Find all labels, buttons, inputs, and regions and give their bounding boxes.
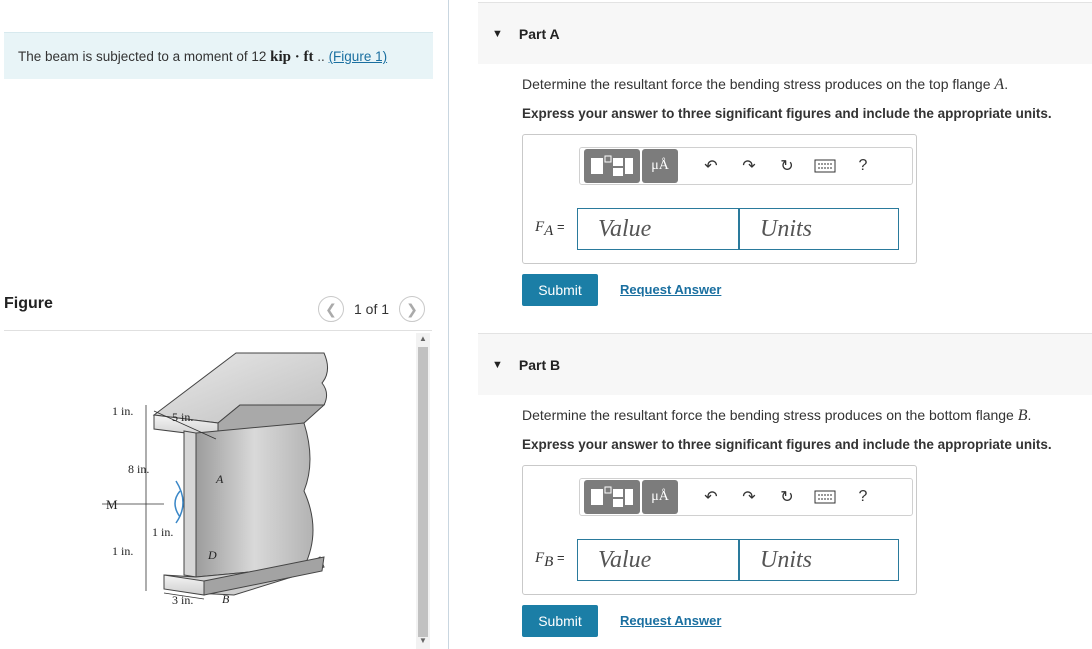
problem-text-after: .. — [317, 49, 325, 64]
problem-statement: The beam is subjected to a moment of 12 … — [4, 32, 433, 79]
undo-icon[interactable]: ↶ — [692, 149, 730, 183]
i-beam-illustration: 1 in. 5 in. 8 in. M 1 in. 1 in. 3 in. A … — [102, 352, 328, 607]
keyboard-icon[interactable] — [806, 480, 844, 514]
beam-figure: 1 in. 5 in. 8 in. M 1 in. 1 in. 3 in. A … — [4, 331, 414, 649]
help-icon[interactable]: ? — [844, 149, 882, 183]
point-b-label: B — [222, 592, 230, 606]
moment-units: kip · ft — [270, 49, 314, 65]
web-front — [183, 430, 197, 578]
dim-label-top-width: 5 in. — [172, 410, 193, 424]
moment-label: M — [106, 497, 118, 512]
part-a-value-input[interactable]: Value — [577, 208, 739, 250]
point-a-label: A — [215, 472, 224, 486]
label-var: F — [535, 219, 545, 235]
part-a-question-end: . — [1004, 76, 1009, 92]
part-a-question: Determine the resultant force the bendin… — [522, 76, 1008, 94]
part-b-field-label: FB = — [535, 550, 565, 571]
part-b-answer-box: μÅ ↶ ↷ ↻ ? FB = Value Units — [522, 465, 917, 595]
undo-icon[interactable]: ↶ — [692, 480, 730, 514]
label-sub: A — [544, 222, 554, 239]
part-b-question: Determine the resultant force the bendin… — [522, 407, 1031, 425]
redo-icon[interactable]: ↷ — [730, 480, 768, 514]
units-icon: μÅ — [651, 489, 669, 504]
units-icon: μÅ — [651, 158, 669, 173]
part-a-instructions: Express your answer to three significant… — [522, 106, 1052, 121]
part-b-submit-button[interactable]: Submit — [522, 605, 598, 637]
panel-divider — [448, 0, 449, 649]
figure-scrollbar[interactable]: ▲ ▼ — [416, 333, 430, 649]
collapse-icon[interactable]: ▼ — [492, 359, 503, 371]
templates-icon — [591, 486, 633, 507]
part-a: ▼ Part A Determine the resultant force t… — [478, 2, 1092, 306]
part-b-instructions: Express your answer to three significant… — [522, 437, 1052, 452]
figure-link[interactable]: (Figure 1) — [329, 49, 388, 64]
point-d-label: D — [207, 548, 217, 562]
figure-pager: ❮ 1 of 1 ❯ — [318, 295, 426, 323]
templates-button[interactable] — [584, 149, 640, 183]
figure-title: Figure — [4, 295, 53, 312]
label-var: F — [535, 550, 545, 566]
scroll-thumb[interactable] — [418, 347, 428, 637]
part-a-field-label: FA = — [535, 219, 565, 240]
part-b-request-answer[interactable]: Request Answer — [620, 613, 721, 628]
dim-label-top-flange: 1 in. — [112, 404, 133, 418]
units-button[interactable]: μÅ — [642, 480, 678, 514]
scroll-up-icon[interactable]: ▲ — [416, 333, 430, 345]
part-b-toolbar: μÅ ↶ ↷ ↻ ? — [579, 478, 913, 516]
problem-text: The beam is subjected to a moment of 12 — [18, 49, 267, 64]
part-a-question-text: Determine the resultant force the bendin… — [522, 76, 991, 92]
part-a-request-answer[interactable]: Request Answer — [620, 282, 721, 297]
help-icon[interactable]: ? — [844, 480, 882, 514]
part-b-question-var: B — [1017, 407, 1028, 424]
dim-label-web: 1 in. — [152, 525, 173, 539]
reset-icon[interactable]: ↻ — [768, 480, 806, 514]
label-eq: = — [553, 550, 565, 565]
part-b-title: Part B — [518, 356, 561, 373]
templates-icon — [591, 155, 633, 176]
units-button[interactable]: μÅ — [642, 149, 678, 183]
left-panel: The beam is subjected to a moment of 12 … — [0, 0, 448, 649]
part-a-answer-box: μÅ ↶ ↷ ↻ ? FA = Value Units — [522, 134, 917, 264]
part-a-question-var: A — [994, 76, 1005, 93]
label-eq: = — [553, 219, 565, 234]
reset-icon[interactable]: ↻ — [768, 149, 806, 183]
part-b-header[interactable]: ▼ Part B — [478, 333, 1092, 395]
templates-button[interactable] — [584, 480, 640, 514]
label-sub: B — [544, 553, 554, 570]
part-a-toolbar: μÅ ↶ ↷ ↻ ? — [579, 147, 913, 185]
part-a-title: Part A — [518, 25, 560, 42]
scroll-down-icon[interactable]: ▼ — [416, 635, 430, 647]
part-b-question-text: Determine the resultant force the bendin… — [522, 407, 1014, 423]
part-a-header[interactable]: ▼ Part A — [478, 2, 1092, 64]
prev-figure-button[interactable]: ❮ — [318, 296, 344, 322]
dim-label-bottom-width: 3 in. — [172, 593, 193, 607]
part-a-units-input[interactable]: Units — [739, 208, 899, 250]
part-a-submit-button[interactable]: Submit — [522, 274, 598, 306]
part-b-units-input[interactable]: Units — [739, 539, 899, 581]
part-b: ▼ Part B Determine the resultant force t… — [478, 333, 1092, 637]
collapse-icon[interactable]: ▼ — [492, 28, 503, 40]
part-b-value-input[interactable]: Value — [577, 539, 739, 581]
dim-label-bottom-flange: 1 in. — [112, 544, 133, 558]
pager-text: 1 of 1 — [354, 301, 390, 317]
keyboard-icon[interactable] — [806, 149, 844, 183]
redo-icon[interactable]: ↷ — [730, 149, 768, 183]
part-b-question-end: . — [1027, 407, 1032, 423]
dim-label-height: 8 in. — [128, 462, 149, 476]
next-figure-button[interactable]: ❯ — [399, 296, 426, 322]
